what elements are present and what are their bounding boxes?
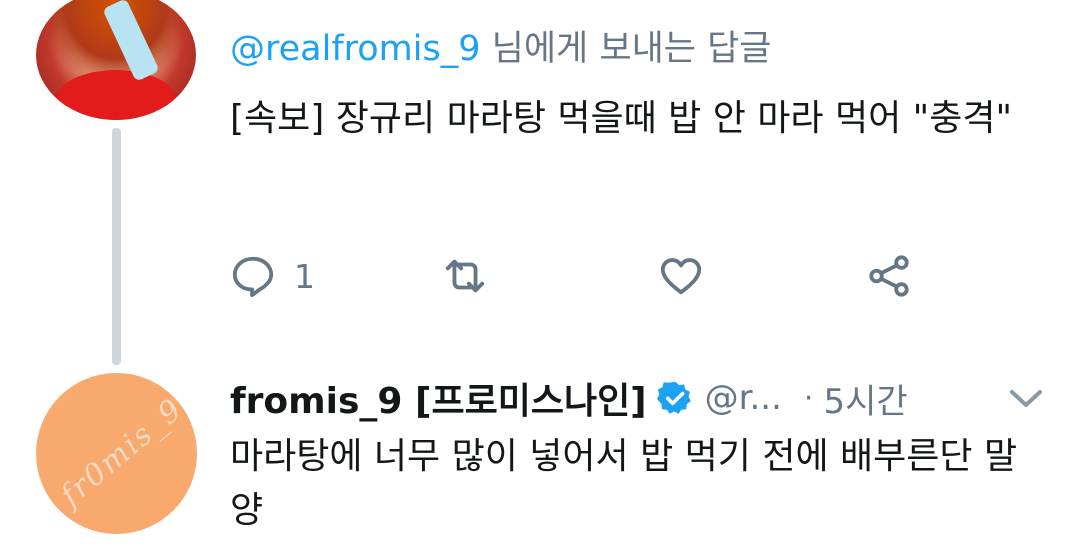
share-icon (869, 255, 909, 297)
retweet-button[interactable] (442, 246, 488, 306)
like-button[interactable] (658, 246, 704, 306)
tweet-header: fromis_9 [프로미스나인] @r... · 5시간 (230, 370, 908, 426)
separator-dot: · (803, 380, 814, 416)
tweet-text: 마라탕에 너무 많이 넣어서 밥 먹기 전에 배부른단 말양 (230, 436, 1018, 531)
user-handle[interactable]: @r... (705, 378, 782, 418)
thread-connector-line (112, 128, 121, 365)
like-icon (660, 258, 702, 295)
share-button[interactable] (866, 246, 912, 306)
reply-icon (232, 256, 274, 298)
reply-to-handle-link[interactable]: @realfromis_9 (230, 29, 481, 69)
chevron-down-icon[interactable] (1006, 382, 1046, 414)
avatar-logo-text: fr0mis_9 (54, 391, 190, 514)
timestamp[interactable]: 5시간 (823, 374, 907, 423)
avatar[interactable]: fr0mis_9 (36, 373, 197, 534)
avatar[interactable] (36, 0, 196, 120)
reply-context: @realfromis_9 님에게 보내는 답글 (230, 20, 772, 71)
retweet-icon (445, 259, 485, 293)
reply-context-label: 님에게 보내는 답글 (480, 29, 772, 69)
verified-badge-icon (656, 381, 691, 414)
tweet-text: [속보] 장규리 마라탕 먹을때 밥 안 마라 먹어 "충격" (230, 98, 1013, 139)
reply-count: 1 (294, 256, 315, 296)
tweet-action-bar: 1 (230, 246, 930, 306)
display-name[interactable]: fromis_9 [프로미스나인] (230, 372, 647, 424)
reply-button[interactable]: 1 (230, 246, 315, 306)
